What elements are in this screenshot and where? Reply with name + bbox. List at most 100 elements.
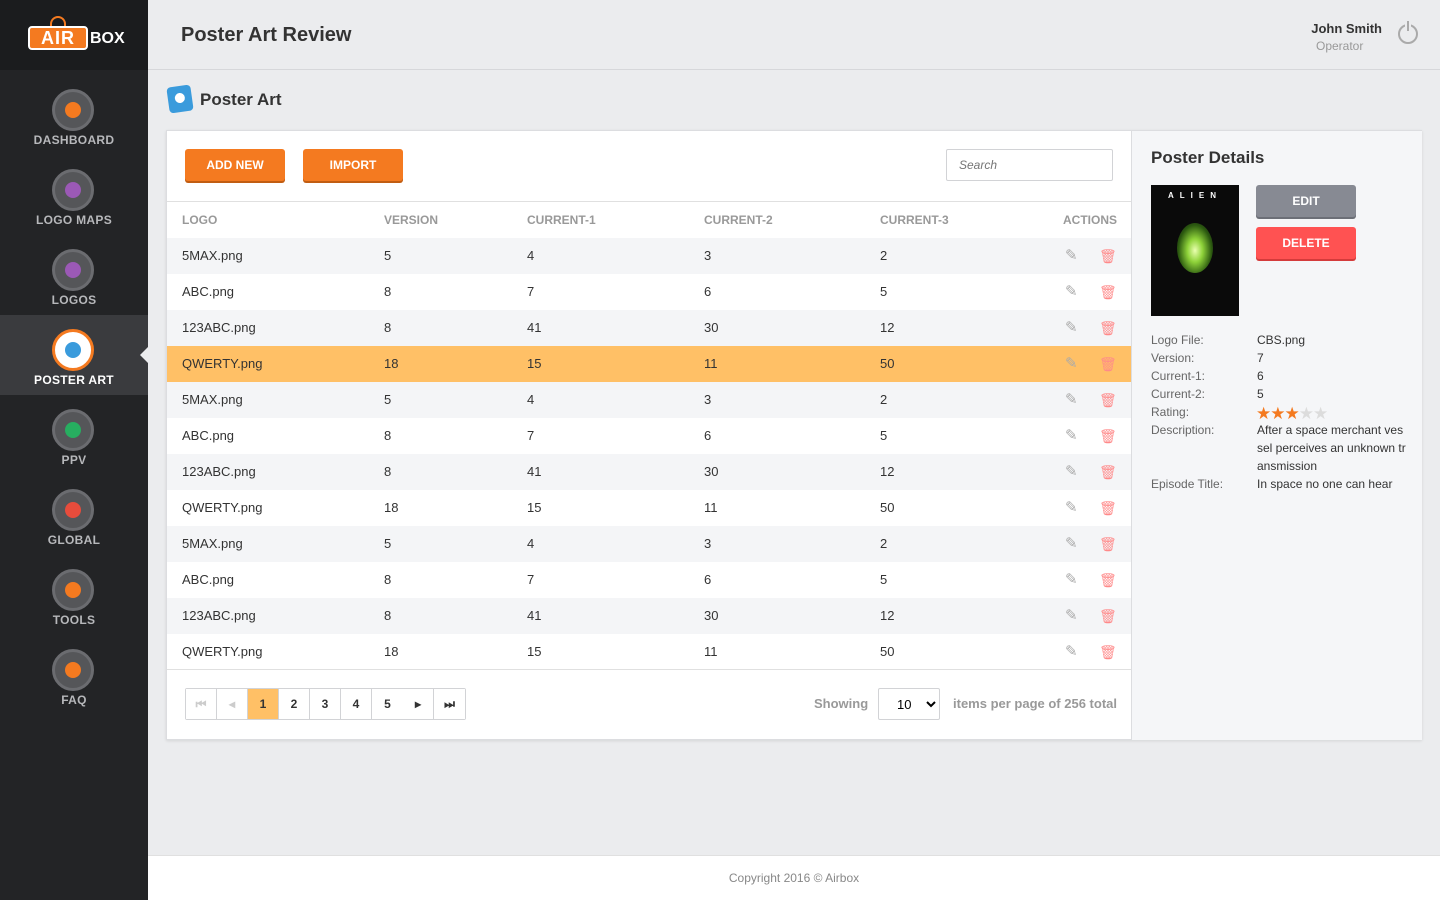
table-cell: ABC.png: [182, 428, 235, 443]
column-header[interactable]: CURRENT-1: [527, 202, 596, 238]
delete-trash-icon[interactable]: 🗑: [1099, 248, 1117, 264]
edit-pencil-icon[interactable]: ✎: [1065, 644, 1081, 660]
edit-pencil-icon[interactable]: ✎: [1065, 284, 1081, 300]
details-title: Poster Details: [1151, 148, 1265, 167]
column-header[interactable]: CURRENT-2: [704, 202, 773, 238]
edit-pencil-icon[interactable]: ✎: [1065, 608, 1081, 624]
page-button[interactable]: 1: [248, 689, 279, 719]
copyright-text: Copyright 2016 © Airbox: [728, 871, 860, 885]
delete-trash-icon[interactable]: 🗑: [1099, 356, 1117, 372]
table-row[interactable]: 123ABC.png 8 41 30 12 ✎ 🗑: [167, 598, 1131, 634]
user-name[interactable]: John Smith: [1311, 21, 1382, 36]
table-cell: 6: [704, 428, 712, 443]
global-tv-icon: [52, 489, 94, 531]
last-page-icon[interactable]: ⏭: [434, 689, 465, 719]
logo-box-text: BOX: [90, 30, 125, 47]
sidebar-item-label: DASHBOARD: [33, 133, 115, 147]
sidebar-item-tools[interactable]: TOOLS: [0, 555, 148, 635]
current1-value: 6: [1257, 369, 1264, 383]
edit-pencil-icon[interactable]: ✎: [1065, 356, 1081, 372]
column-header[interactable]: LOGO: [182, 202, 217, 238]
edit-pencil-icon[interactable]: ✎: [1065, 464, 1081, 480]
next-page-icon[interactable]: ▸: [403, 689, 434, 719]
table-cell: 3: [704, 392, 712, 407]
edit-pencil-icon[interactable]: ✎: [1065, 320, 1081, 336]
table-row[interactable]: QWERTY.png 18 15 11 50 ✎ 🗑: [167, 346, 1139, 382]
delete-button[interactable]: DELETE: [1256, 227, 1356, 259]
table-cell: 6: [704, 572, 712, 587]
table-row[interactable]: 5MAX.png 5 4 3 2 ✎ 🗑: [167, 382, 1131, 418]
sidebar-item-ppv[interactable]: PPV: [0, 395, 148, 475]
table-row[interactable]: 123ABC.png 8 41 30 12 ✎ 🗑: [167, 310, 1131, 346]
edit-pencil-icon[interactable]: ✎: [1065, 428, 1081, 444]
delete-trash-icon[interactable]: 🗑: [1099, 572, 1117, 588]
table-row[interactable]: 5MAX.png 5 4 3 2 ✎ 🗑: [167, 526, 1131, 562]
column-header[interactable]: CURRENT-3: [880, 202, 949, 238]
table-cell: 5: [880, 284, 888, 299]
table-cell: 12: [880, 608, 895, 623]
delete-trash-icon[interactable]: 🗑: [1099, 608, 1117, 624]
page-button[interactable]: 5: [372, 689, 403, 719]
poster-image: ALIEN: [1151, 185, 1239, 316]
total-label: items per page of 256 total: [953, 696, 1117, 711]
edit-pencil-icon[interactable]: ✎: [1065, 536, 1081, 552]
table-header: LOGO VERSION CURRENT-1 CURRENT-2 CURRENT-3 AC…: [167, 202, 1131, 238]
table-cell: 8: [384, 608, 392, 623]
table-row[interactable]: QWERTY.png 18 15 11 50 ✎ 🗑: [167, 634, 1131, 670]
sidebar-item-logo-maps[interactable]: LOGO MAPS: [0, 155, 148, 235]
page-button[interactable]: 3: [310, 689, 341, 719]
search-input[interactable]: [946, 149, 1113, 181]
poster-table: LOGO VERSION CURRENT-1 CURRENT-2 CURRENT-3 AC…: [167, 201, 1139, 670]
table-row[interactable]: ABC.png 8 7 6 5 ✎ 🗑: [167, 274, 1131, 310]
per-page-select[interactable]: 10: [878, 688, 940, 720]
power-icon[interactable]: [1398, 21, 1418, 44]
sidebar-item-dashboard[interactable]: DASHBOARD: [0, 75, 148, 155]
delete-trash-icon[interactable]: 🗑: [1099, 500, 1117, 516]
column-header[interactable]: ACTIONS: [1063, 202, 1117, 238]
delete-trash-icon[interactable]: 🗑: [1099, 392, 1117, 408]
dashboard-gauge-icon: [52, 89, 94, 131]
airbox-logo[interactable]: AIR BOX: [28, 16, 125, 52]
sidebar-item-logos[interactable]: LOGOS: [0, 235, 148, 315]
table-row[interactable]: ABC.png 8 7 6 5 ✎ 🗑: [167, 562, 1131, 598]
page-button[interactable]: 2: [279, 689, 310, 719]
table-cell: 6: [704, 284, 712, 299]
table-cell: 5: [384, 536, 392, 551]
page-button[interactable]: 4: [341, 689, 372, 719]
current2-value: 5: [1257, 387, 1264, 401]
table-row[interactable]: 123ABC.png 8 41 30 12 ✎ 🗑: [167, 454, 1131, 490]
table-row[interactable]: ABC.png 8 7 6 5 ✎ 🗑: [167, 418, 1131, 454]
sidebar-item-label: POSTER ART: [34, 373, 114, 387]
column-header[interactable]: VERSION: [384, 202, 438, 238]
delete-trash-icon[interactable]: 🗑: [1099, 536, 1117, 552]
edit-button[interactable]: EDIT: [1256, 185, 1356, 217]
sidebar-item-poster-art[interactable]: POSTER ART: [0, 315, 148, 395]
table-cell: 50: [880, 356, 895, 371]
delete-trash-icon[interactable]: 🗑: [1099, 644, 1117, 660]
first-page-icon[interactable]: ⏮: [186, 689, 217, 719]
edit-pencil-icon[interactable]: ✎: [1065, 248, 1081, 264]
sidebar-item-label: LOGOS: [51, 293, 97, 307]
sidebar-item-faq[interactable]: FAQ: [0, 635, 148, 715]
edit-pencil-icon[interactable]: ✎: [1065, 572, 1081, 588]
table-cell: 11: [704, 500, 718, 515]
sidebar: AIR BOX DASHBOARD LOGO MAPS LOGOS POSTER AR…: [0, 0, 148, 900]
delete-trash-icon[interactable]: 🗑: [1099, 284, 1117, 300]
edit-pencil-icon[interactable]: ✎: [1065, 500, 1081, 516]
add-new-button[interactable]: ADD NEW: [185, 149, 285, 181]
ppv-dollar-icon: [52, 409, 94, 451]
prev-page-icon[interactable]: ◂: [217, 689, 248, 719]
poster-art-section-icon: [166, 84, 194, 114]
delete-trash-icon[interactable]: 🗑: [1099, 464, 1117, 480]
table-cell: 7: [527, 284, 535, 299]
table-row[interactable]: QWERTY.png 18 15 11 50 ✎ 🗑: [167, 490, 1131, 526]
delete-trash-icon[interactable]: 🗑: [1099, 320, 1117, 336]
delete-trash-icon[interactable]: 🗑: [1099, 428, 1117, 444]
sidebar-item-global[interactable]: GLOBAL: [0, 475, 148, 555]
edit-pencil-icon[interactable]: ✎: [1065, 392, 1081, 408]
table-cell: 12: [880, 464, 895, 479]
table-cell: 4: [527, 248, 535, 263]
import-button[interactable]: IMPORT: [303, 149, 403, 181]
table-row[interactable]: 5MAX.png 5 4 3 2 ✎ 🗑: [167, 238, 1131, 274]
table-cell: 50: [880, 500, 895, 515]
